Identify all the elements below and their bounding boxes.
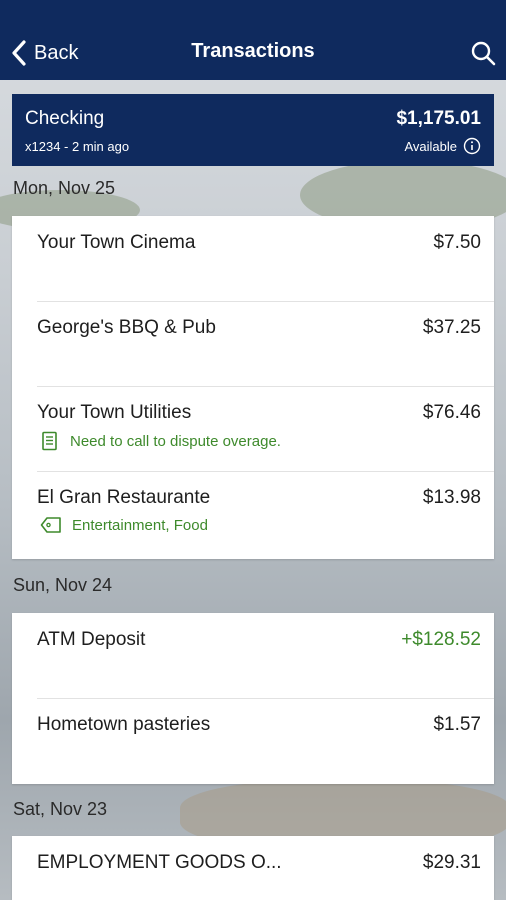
merchant-name: ATM Deposit [37, 629, 146, 650]
page-title: Transactions [191, 40, 315, 62]
merchant-name: El Gran Restaurante [37, 487, 211, 508]
search-icon[interactable] [470, 40, 496, 66]
tag-icon [40, 517, 61, 533]
transaction-row[interactable]: Hometown pasteries $1.57 [12, 698, 494, 783]
transaction-note: Need to call to dispute overage. [40, 431, 281, 451]
merchant-name: EMPLOYMENT GOODS O... [37, 852, 282, 873]
transaction-group: ATM Deposit +$128.52 Hometown pasteries … [12, 613, 494, 784]
transaction-row[interactable]: Your Town Utilities $76.46 Need to call … [12, 386, 494, 471]
transaction-tags: Entertainment, Food [40, 516, 208, 534]
transaction-amount: $7.50 [433, 232, 481, 253]
transaction-row[interactable]: EMPLOYMENT GOODS O... $29.31 [12, 836, 494, 900]
merchant-name: George's BBQ & Pub [37, 317, 216, 338]
account-summary[interactable]: Checking x1234 - 2 min ago $1,175.01 Ava… [12, 94, 494, 166]
transaction-amount: $76.46 [422, 402, 481, 423]
available-label: Available [404, 138, 457, 154]
transaction-amount: $13.98 [422, 487, 481, 508]
account-balance: $1,175.01 [396, 108, 481, 129]
transaction-group: EMPLOYMENT GOODS O... $29.31 [12, 836, 494, 900]
account-name: Checking [25, 108, 105, 129]
transaction-row[interactable]: George's BBQ & Pub $37.25 [12, 301, 494, 386]
date-header: Sun, Nov 24 [13, 575, 113, 595]
transaction-amount: $37.25 [422, 317, 481, 338]
navigation-bar: Back Transactions [0, 0, 506, 80]
merchant-name: Your Town Cinema [37, 232, 196, 253]
transaction-amount: $1.57 [433, 714, 481, 735]
transaction-row[interactable]: El Gran Restaurante $13.98 Entertainment… [12, 471, 494, 556]
merchant-name: Hometown pasteries [37, 714, 211, 735]
merchant-name: Your Town Utilities [37, 402, 192, 423]
memo-icon [42, 431, 57, 451]
account-subtitle: x1234 - 2 min ago [25, 139, 130, 154]
transaction-group: Your Town Cinema $7.50 George's BBQ & Pu… [12, 216, 494, 559]
transaction-amount: $29.31 [422, 852, 481, 873]
transaction-row[interactable]: Your Town Cinema $7.50 [12, 216, 494, 301]
transaction-row[interactable]: ATM Deposit +$128.52 [12, 613, 494, 698]
info-icon[interactable] [463, 137, 481, 155]
tags-text: Entertainment, Food [72, 516, 208, 534]
balance-label: Available [404, 137, 481, 155]
note-text: Need to call to dispute overage. [70, 432, 281, 450]
date-header: Sat, Nov 23 [13, 799, 108, 819]
date-header: Mon, Nov 25 [13, 178, 116, 198]
transaction-amount: +$128.52 [401, 629, 481, 650]
